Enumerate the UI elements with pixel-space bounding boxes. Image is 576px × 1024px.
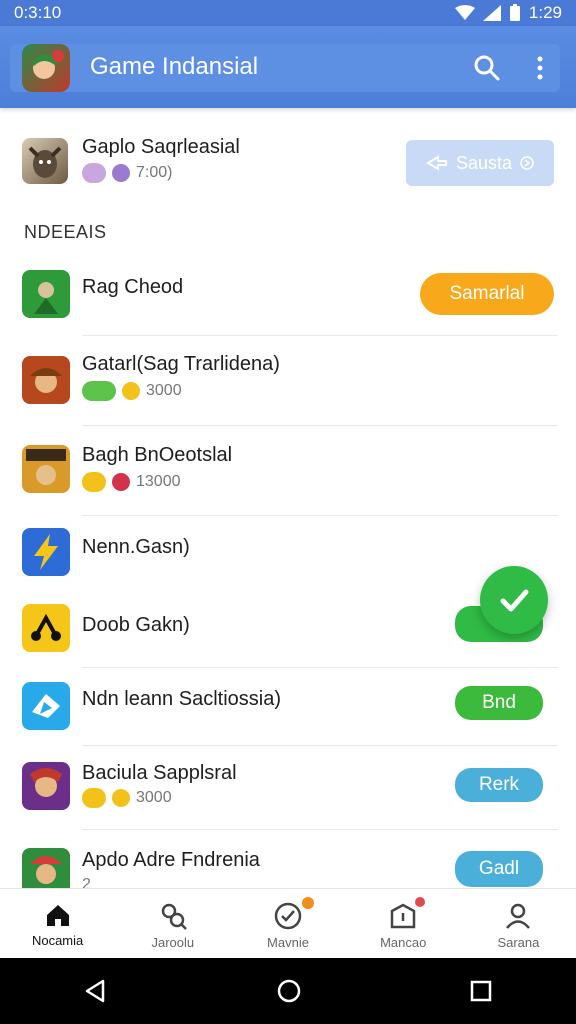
- game-meta: 2: [82, 876, 91, 888]
- badge-icon: [82, 788, 106, 808]
- more-options-button[interactable]: [526, 51, 554, 85]
- home-icon: [46, 905, 69, 926]
- badge-icon: [82, 163, 106, 183]
- check-circle-icon: [274, 902, 302, 930]
- nav-label: Mancao: [380, 935, 427, 950]
- wifi-icon: [454, 5, 475, 20]
- more-vert-icon: [537, 56, 543, 80]
- checkmark-icon: [500, 589, 529, 612]
- list-item[interactable]: Rag Cheod Samarlal: [0, 256, 576, 336]
- game-action-button[interactable]: Rerk: [455, 768, 543, 802]
- share-icon: [426, 155, 447, 171]
- game-title: Apdo Adre Fndrenia: [82, 849, 260, 871]
- notification-badge: [414, 897, 425, 907]
- game-meta: 13000: [82, 472, 181, 492]
- game-title: Ndn leann Sacltiossia): [82, 688, 281, 710]
- bottom-navigation: Nocamia Jaroolu Mavnie Mancao Sarana: [0, 888, 576, 958]
- nav-label: Nocamia: [31, 933, 84, 948]
- nav-label: Sarana: [497, 935, 540, 950]
- badge-icon: [82, 381, 116, 401]
- game-icon: [22, 762, 70, 810]
- game-icon: [22, 848, 70, 888]
- game-icon: [22, 682, 70, 730]
- nav-label: Mavnie: [267, 935, 309, 950]
- notification-box-icon: [390, 903, 416, 929]
- system-navigation-bar: [0, 958, 576, 1024]
- status-icons: 1:29: [454, 3, 562, 23]
- game-action-button[interactable]: Samarlal: [420, 273, 554, 315]
- profile-icon: [506, 903, 531, 929]
- featured-game-title: Gaplo Saqrleasial: [82, 136, 240, 158]
- game-icon: [22, 356, 70, 404]
- confirm-fab[interactable]: [480, 566, 548, 634]
- game-title: Baciula Sapplsral: [82, 762, 237, 784]
- search-button[interactable]: [470, 51, 504, 85]
- game-title: Rag Cheod: [82, 276, 184, 298]
- status-bar: 0:3:10 1:29: [0, 0, 576, 26]
- game-action-button[interactable]: Bnd: [455, 686, 543, 720]
- featured-game-meta: 7:00): [82, 163, 172, 183]
- badge-icon: [112, 473, 130, 491]
- featured-game-rating: 7:00): [136, 164, 173, 181]
- featured-action-button[interactable]: Sausta: [406, 140, 554, 186]
- app-title: Game Indansial: [90, 53, 259, 80]
- list-item[interactable]: Bagh BnOeotslal 13000: [0, 426, 576, 516]
- nav-label: Jaroolu: [151, 935, 195, 950]
- status-time: 0:3:10: [14, 3, 62, 22]
- game-title: Doob Gakn): [82, 614, 190, 636]
- home-circle-icon[interactable]: [276, 978, 302, 1004]
- chevron-right-icon: [520, 156, 534, 170]
- list-item[interactable]: Ndn leann Sacltiossia) Bnd: [0, 668, 576, 746]
- list-item[interactable]: Gatarl(Sag Trarlidena) 3000: [0, 336, 576, 426]
- nav-item-search[interactable]: Jaroolu: [115, 889, 230, 958]
- back-icon[interactable]: [83, 978, 109, 1004]
- featured-action-label: Sausta: [455, 152, 513, 173]
- badge-icon: [112, 164, 130, 182]
- nav-item-home[interactable]: Nocamia: [0, 889, 115, 958]
- game-title: Nenn.Gasn): [82, 536, 190, 558]
- search-people-icon: [161, 903, 187, 930]
- section-title: NDEEAIS: [24, 222, 107, 242]
- game-meta: 3000: [82, 788, 172, 808]
- game-icon: [22, 604, 70, 652]
- status-clock: 1:29: [528, 3, 562, 22]
- app-logo: [22, 44, 70, 92]
- game-action-label: Rerk: [478, 774, 520, 795]
- nav-item-profile[interactable]: Sarana: [461, 889, 576, 958]
- list-item[interactable]: Apdo Adre Fndrenia 2 Gadl: [0, 830, 576, 888]
- notification-badge: [301, 897, 314, 909]
- list-item[interactable]: Baciula Sapplsral 3000 Rerk: [0, 746, 576, 830]
- nav-item-inbox[interactable]: Mancao: [346, 889, 461, 958]
- featured-game[interactable]: Gaplo Saqrleasial 7:00) Sausta: [0, 108, 576, 212]
- game-title: Bagh BnOeotslal: [82, 444, 233, 466]
- game-icon: [22, 445, 70, 493]
- search-icon: [474, 55, 500, 81]
- game-action-label: Samarlal: [449, 283, 525, 304]
- game-icon: [22, 528, 70, 576]
- game-action-label: Bnd: [482, 692, 516, 713]
- battery-icon: [509, 4, 520, 21]
- signal-icon: [482, 5, 501, 21]
- game-action-button[interactable]: Gadl: [455, 851, 543, 887]
- app-bar: Game Indansial: [0, 26, 576, 108]
- badge-icon: [82, 472, 106, 492]
- badge-icon: [112, 789, 130, 807]
- game-meta-value: 3000: [146, 382, 182, 399]
- game-meta-value: 13000: [136, 473, 181, 490]
- game-meta-value: 2: [82, 876, 91, 888]
- game-meta: 3000: [82, 381, 182, 401]
- game-meta-value: 3000: [136, 789, 172, 806]
- recents-icon[interactable]: [469, 979, 493, 1003]
- badge-icon: [122, 382, 140, 400]
- game-icon: [22, 270, 70, 318]
- featured-game-icon: [22, 138, 68, 184]
- nav-item-check[interactable]: Mavnie: [230, 889, 345, 958]
- game-action-label: Gadl: [478, 858, 520, 879]
- game-title: Gatarl(Sag Trarlidena): [82, 353, 280, 375]
